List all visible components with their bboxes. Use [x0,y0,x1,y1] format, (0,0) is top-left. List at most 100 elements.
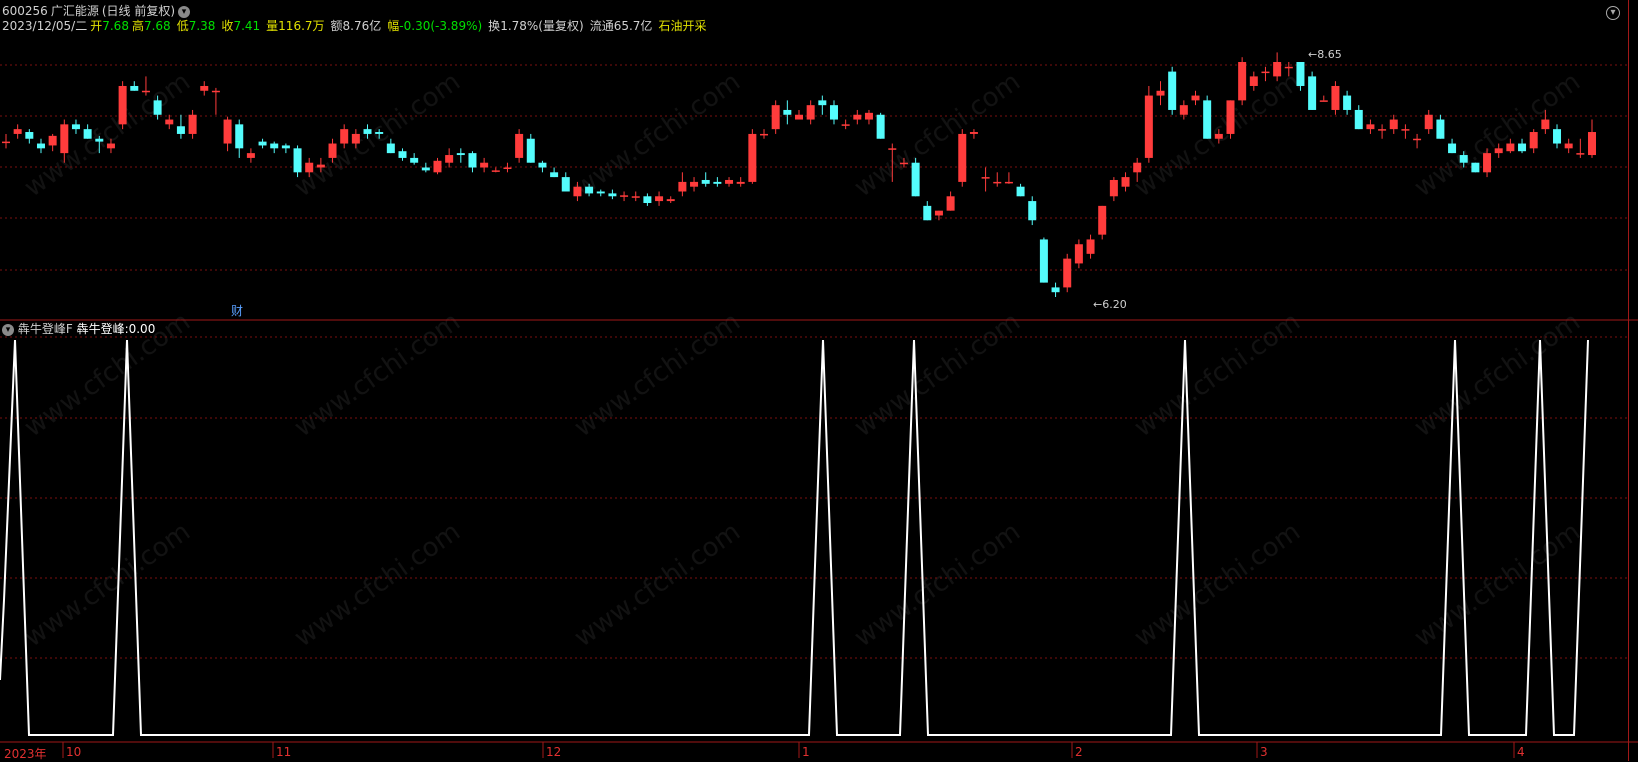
x-axis-month-label: 4 [1517,745,1525,759]
candle-body [1378,129,1387,131]
candle-body [235,124,244,149]
candle-body [1401,129,1410,131]
candle-body [1051,287,1060,293]
candle [1296,62,1305,91]
candle-body [130,85,139,91]
candle [981,167,990,192]
candle-body [1261,71,1270,74]
candle [795,109,803,120]
indicator-series[interactable] [0,339,1589,736]
candle [1063,253,1072,293]
candle-body [655,196,664,202]
candle-body [1109,179,1118,197]
candle-body [1238,62,1247,101]
candle [1529,129,1538,154]
candle [340,124,349,149]
candle-body [445,155,454,163]
indicator-value-label: 犇牛登峰: [76,322,129,336]
candle [13,124,22,139]
candle-body [25,132,34,139]
candle-body [456,153,465,156]
candle-body [1063,258,1072,288]
candle-body [538,162,547,168]
candle [713,177,722,187]
candle [678,172,687,197]
candle-body [864,112,873,120]
candle [281,143,290,154]
candle-body [923,205,932,221]
candle-body [760,133,769,136]
candle-body [1121,177,1130,187]
candle-body [1203,100,1212,139]
candle-body [258,141,267,146]
candle [491,167,500,173]
candle [1273,52,1282,82]
chart-canvas[interactable]: ←8.65 ←6.20 财 [0,0,1638,761]
candle-body [246,153,255,158]
x-axis-year-label: 2023年 [4,747,47,761]
candle-body [1168,71,1177,110]
candle-body [1483,153,1492,173]
candle [829,100,838,125]
candle-body [1389,119,1398,130]
candle-body [1004,181,1013,184]
candle-body [316,164,325,168]
candle [421,162,430,173]
candle [316,157,325,173]
candle-body [433,160,442,173]
candle [561,172,570,192]
indicator-name[interactable]: 犇牛登峰F [18,322,73,336]
x-axis-month-label: 3 [1260,745,1268,759]
candle-body [620,195,629,197]
candle-body [841,124,850,126]
candle [1354,105,1363,130]
candle [270,141,279,154]
candle [911,157,920,197]
x-axis-month-label: 1 [802,745,810,759]
pane-borders [0,0,1638,761]
candlestick-series[interactable] [2,52,1596,297]
candle-body [899,162,908,165]
candle [188,109,197,139]
candle-body [666,199,675,202]
candle-body [363,129,372,134]
candle [1191,90,1200,106]
candle [258,138,267,149]
candle-body [13,129,22,134]
indicator-header: ▾ 犇牛登峰F 犇牛登峰:0.00 [2,322,155,336]
candle-body [1506,143,1515,152]
candle-body [153,100,162,115]
candle [818,95,827,115]
candle-body [106,143,115,149]
indicator-value: 0.00 [128,322,156,336]
candle-body [1436,119,1445,139]
candle [48,133,57,152]
candle [351,129,360,149]
candle-body [1459,155,1468,163]
candle [1576,138,1585,158]
candle [1074,239,1083,269]
candle-body [375,132,384,134]
candle [200,81,209,96]
low-price-marker: ←6.20 [1093,298,1127,311]
candle [760,129,769,139]
candle-body [1319,100,1328,102]
indicator-dropdown-icon[interactable]: ▾ [2,323,14,336]
candle [573,181,582,202]
candle [725,177,734,187]
candle [620,191,629,202]
candle [95,135,104,154]
candle [1378,124,1387,139]
candle [876,112,885,139]
candle-body [270,143,279,149]
candle [1098,205,1107,240]
candle [923,201,932,221]
candle [1308,71,1317,110]
candle-body [946,196,955,211]
candle-body [351,133,360,144]
candle-body [188,114,197,134]
candle-body [1331,85,1340,110]
candle-body [386,143,395,154]
candle [1179,100,1188,120]
candle [1226,100,1235,139]
